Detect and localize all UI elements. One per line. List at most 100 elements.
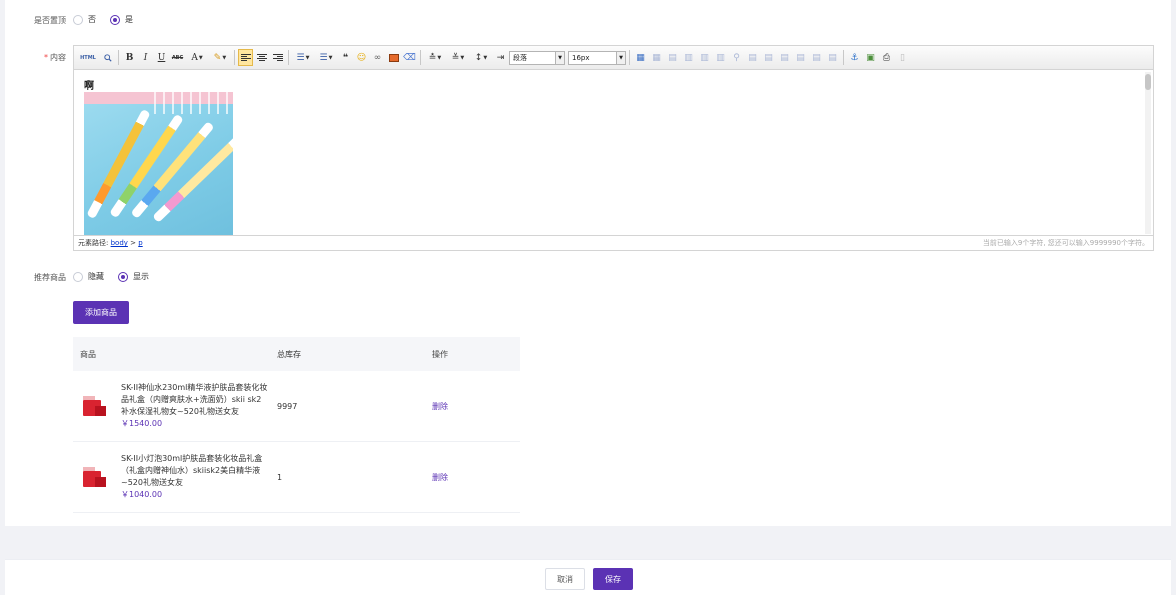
bold-button[interactable]: B: [122, 49, 137, 66]
toolbar-divider: [118, 50, 119, 65]
pin-radio-yes[interactable]: 是: [110, 14, 133, 25]
product-thumbnail: [80, 463, 108, 491]
row-spacing-bottom-button[interactable]: ≚ ▼: [447, 49, 469, 66]
insert-row-icon[interactable]: ▥: [681, 49, 696, 66]
font-size-select[interactable]: 16px ▼: [568, 50, 626, 65]
split-rows-icon[interactable]: ▤: [809, 49, 824, 66]
path-body-link[interactable]: body: [111, 239, 128, 247]
header-stock: 总库存: [277, 349, 301, 359]
product-stock: 1: [277, 472, 283, 482]
content-label: * 内容: [44, 53, 66, 62]
ordered-list-icon: ☰: [296, 52, 305, 63]
delete-table-icon[interactable]: ▦: [649, 49, 664, 66]
align-right-button[interactable]: [270, 49, 285, 66]
highlight-color-button[interactable]: ✎ ▼: [209, 49, 231, 66]
radio-circle[interactable]: [118, 271, 128, 282]
chevron-down-icon: ▼: [555, 51, 564, 64]
anchor-icon[interactable]: ⚓: [847, 49, 862, 66]
insert-column-icon[interactable]: ▥: [713, 49, 728, 66]
radio-circle[interactable]: [73, 14, 83, 25]
chevron-down-icon: ▼: [305, 54, 310, 61]
spacing-icon: ≛: [428, 52, 437, 63]
line-height-icon: ↕: [474, 52, 483, 63]
align-left-button[interactable]: [238, 49, 253, 66]
toolbar-divider: [288, 50, 289, 65]
merge-right-icon[interactable]: ▤: [761, 49, 776, 66]
split-cols-icon[interactable]: ▤: [825, 49, 840, 66]
recommend-radio-group: 隐藏 显示: [73, 271, 149, 282]
marker-icon: ✎: [213, 52, 222, 63]
recommend-radio-hide[interactable]: 隐藏: [73, 271, 104, 282]
product-price: ￥1040.00: [121, 490, 163, 499]
html-source-button[interactable]: HTML: [77, 49, 99, 66]
paragraph-format-select[interactable]: 段落 ▼: [509, 50, 565, 65]
editor-toolbar: HTML B I U ABC A ▼ ✎ ▼ ☰ ▼ ☰ ▼ ❝ ☺ ∞ ⌫ ≛…: [74, 46, 1153, 70]
merge-cells-icon[interactable]: ▤: [745, 49, 760, 66]
preview-icon[interactable]: [100, 49, 115, 66]
path-p-link[interactable]: p: [138, 239, 142, 247]
cancel-button[interactable]: 取消: [545, 568, 585, 590]
split-cells-icon[interactable]: ▤: [793, 49, 808, 66]
pin-label: 是否置顶: [34, 16, 66, 25]
header-action: 操作: [432, 349, 448, 359]
line-height-button[interactable]: ↕ ▼: [470, 49, 492, 66]
pin-radio-no[interactable]: 否: [73, 14, 96, 25]
link-icon[interactable]: ∞: [370, 49, 385, 66]
toolbar-divider: [629, 50, 630, 65]
radio-circle[interactable]: [110, 14, 120, 25]
chevron-down-icon: ▼: [437, 54, 442, 61]
pin-radio-group: 否 是: [73, 14, 133, 25]
table-row: SK-II神仙水230ml精华液护肤品套装化妆品礼盒（内赠爽肤水+洗面奶）ski…: [73, 371, 520, 442]
insert-image-icon[interactable]: ▣: [863, 49, 878, 66]
editor-content-area[interactable]: 啊: [74, 70, 1153, 236]
chevron-down-icon: ▼: [328, 54, 333, 61]
table-row: SK-II小灯泡30ml护肤品套装化妆品礼盒（礼盒内赠神仙水）skiisk2美白…: [73, 442, 520, 513]
chevron-down-icon: ▼: [616, 51, 625, 64]
preview-page-icon[interactable]: ▯: [895, 49, 910, 66]
unordered-list-button[interactable]: ☰ ▼: [315, 49, 337, 66]
insert-paragraph-before-table-icon[interactable]: ▤: [665, 49, 680, 66]
chevron-down-icon: ▼: [222, 54, 227, 61]
save-button[interactable]: 保存: [593, 568, 633, 590]
chevron-down-icon: ▼: [460, 54, 465, 61]
product-table: 商品 总库存 操作 SK-II神仙水230ml精华液护肤品套装化妆品礼盒（内赠爽…: [73, 337, 520, 513]
element-path: 元素路径: body > p: [78, 239, 143, 247]
char-count: 当前已输入9个字符, 您还可以输入9999990个字符。: [982, 239, 1149, 247]
italic-button[interactable]: I: [138, 49, 153, 66]
editor-scrollbar[interactable]: [1145, 72, 1151, 234]
merge-down-icon[interactable]: ▤: [777, 49, 792, 66]
blockquote-icon[interactable]: ❝: [338, 49, 353, 66]
editor-text: 啊: [84, 81, 94, 92]
delete-product-button[interactable]: 删除: [432, 402, 448, 411]
rich-text-editor: HTML B I U ABC A ▼ ✎ ▼ ☰ ▼ ☰ ▼ ❝ ☺ ∞ ⌫ ≛…: [73, 45, 1154, 251]
chevron-down-icon: ▼: [483, 54, 488, 61]
image-icon[interactable]: [386, 49, 401, 66]
indent-icon[interactable]: ⇥: [493, 49, 508, 66]
emoji-icon[interactable]: ☺: [354, 49, 369, 66]
font-color-button[interactable]: A ▼: [186, 49, 208, 66]
radio-circle[interactable]: [73, 271, 83, 282]
insert-table-icon[interactable]: ▦: [633, 49, 648, 66]
underline-button[interactable]: U: [154, 49, 169, 66]
toolbar-divider: [420, 50, 421, 65]
unordered-list-icon: ☰: [319, 52, 328, 63]
product-name: SK-II小灯泡30ml护肤品套装化妆品礼盒（礼盒内赠神仙水）skiisk2美白…: [121, 454, 263, 487]
delete-row-icon[interactable]: ▥: [697, 49, 712, 66]
align-center-button[interactable]: [254, 49, 269, 66]
toolbar-divider: [234, 50, 235, 65]
add-product-button[interactable]: 添加商品: [73, 301, 129, 324]
ordered-list-button[interactable]: ☰ ▼: [292, 49, 314, 66]
recommend-label: 推荐商品: [34, 273, 66, 282]
delete-product-button[interactable]: 删除: [432, 473, 448, 482]
delete-column-icon[interactable]: ⚲: [729, 49, 744, 66]
row-spacing-top-button[interactable]: ≛ ▼: [424, 49, 446, 66]
editor-statusbar: 元素路径: body > p 当前已输入9个字符, 您还可以输入9999990个…: [74, 235, 1153, 250]
print-icon[interactable]: ⎙: [879, 49, 894, 66]
strikethrough-button[interactable]: ABC: [170, 49, 185, 66]
product-price: ￥1540.00: [121, 419, 163, 428]
recommend-radio-show[interactable]: 显示: [118, 271, 149, 282]
header-product: 商品: [80, 349, 96, 359]
product-stock: 9997: [277, 401, 298, 411]
eraser-icon[interactable]: ⌫: [402, 49, 417, 66]
product-thumbnail: [80, 392, 108, 420]
